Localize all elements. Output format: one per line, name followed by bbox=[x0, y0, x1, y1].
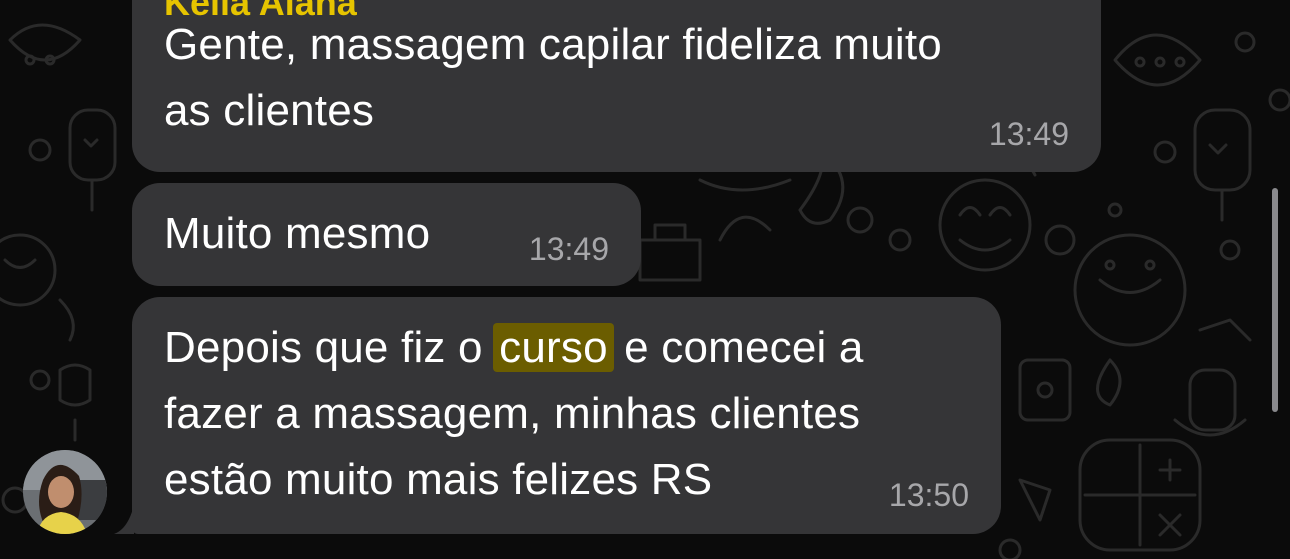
message-bubble-2[interactable]: Muito mesmo 13:49 bbox=[132, 183, 641, 286]
message-bubble-3[interactable]: Depois que fiz o curso e comecei a fazer… bbox=[132, 297, 1001, 534]
sender-avatar[interactable] bbox=[23, 450, 107, 534]
vertical-scrollbar[interactable] bbox=[1272, 188, 1278, 412]
message-text-line: as clientes bbox=[164, 86, 375, 135]
message-text-line: Depois que fiz o curso e comecei a bbox=[164, 315, 864, 381]
message-text-line: Muito mesmo bbox=[164, 209, 431, 258]
bubble-tail bbox=[114, 505, 134, 534]
message-text-segment: e comecei a bbox=[611, 323, 864, 372]
message-text-line: Gente, massagem capilar fideliza muito bbox=[164, 20, 942, 69]
avatar-photo-icon bbox=[23, 450, 107, 534]
message-timestamp: 13:49 bbox=[528, 231, 609, 267]
message-text-segment: Depois que fiz o bbox=[164, 323, 496, 372]
message-text-line: estão muito mais felizes RS bbox=[164, 455, 713, 504]
message-timestamp: 13:49 bbox=[988, 116, 1069, 152]
message-bubble-1[interactable]: Kelia Alana Gente, massagem capilar fide… bbox=[132, 0, 1101, 172]
search-highlight: curso bbox=[493, 323, 614, 372]
message-timestamp: 13:50 bbox=[888, 477, 969, 513]
message-text-line: fazer a massagem, minhas clientes bbox=[164, 389, 861, 438]
